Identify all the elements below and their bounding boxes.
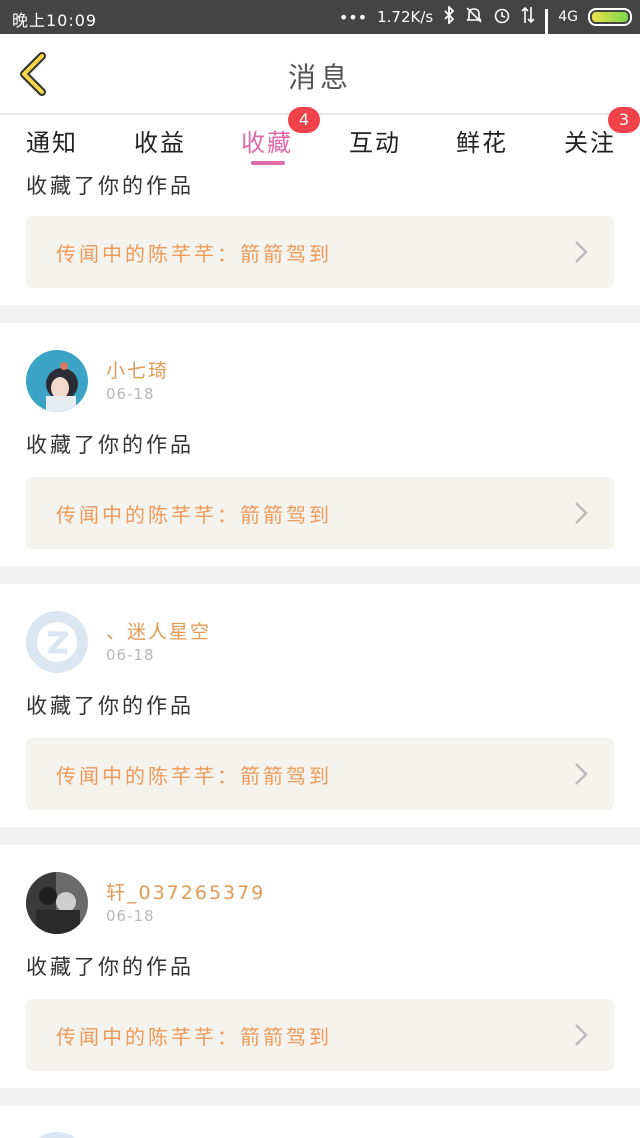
action-text: 收藏了你的作品 <box>26 694 194 718</box>
date: 06-18 <box>106 385 155 403</box>
action-text: 收藏了你的作品 <box>26 433 194 457</box>
follows-count-badge: 3 <box>608 107 640 133</box>
list-item <box>0 1106 640 1138</box>
list-item: 轩_037265379 06-18 收藏了你的作品 传闻中的陈芊芊：箭箭驾到 <box>0 845 640 1088</box>
work-link[interactable]: 传闻中的陈芊芊：箭箭驾到 <box>26 216 614 288</box>
work-link[interactable]: 传闻中的陈芊芊：箭箭驾到 <box>26 477 614 549</box>
avatar[interactable] <box>26 872 88 934</box>
tab-notifications[interactable]: 通知 <box>26 123 78 158</box>
work-title: 传闻中的陈芊芊：箭箭驾到 <box>56 764 332 788</box>
status-time: 晚上10:09 <box>12 11 98 30</box>
work-title: 传闻中的陈芊芊：箭箭驾到 <box>56 1025 332 1049</box>
bluetooth-icon <box>443 4 455 28</box>
status-icons: ••• 1.72K/s 4G <box>338 4 632 59</box>
signal-icon <box>545 9 549 59</box>
chevron-right-icon <box>575 241 588 263</box>
chevron-right-icon <box>575 763 588 785</box>
work-title: 传闻中的陈芊芊：箭箭驾到 <box>56 242 332 266</box>
work-link[interactable]: 传闻中的陈芊芊：箭箭驾到 <box>26 738 614 810</box>
chevron-right-icon <box>575 502 588 524</box>
battery-icon <box>588 8 632 26</box>
mute-bell-icon <box>465 6 483 28</box>
tab-follows[interactable]: 关注 <box>564 123 616 158</box>
tab-favorites[interactable]: 收藏 <box>241 123 293 158</box>
header-bar: 消息 <box>0 34 640 114</box>
username[interactable]: 小七琦 <box>106 356 169 383</box>
avatar[interactable] <box>26 350 88 412</box>
avatar[interactable] <box>26 1132 88 1138</box>
network-type: 4G <box>558 9 578 25</box>
list-item: 收藏了你的作品 传闻中的陈芊芊：箭箭驾到 <box>0 165 640 305</box>
avatar[interactable] <box>26 611 88 673</box>
list-item: 小七琦 06-18 收藏了你的作品 传闻中的陈芊芊：箭箭驾到 <box>0 323 640 566</box>
alarm-icon <box>493 6 511 28</box>
list-item: 、迷人星空 06-18 收藏了你的作品 传闻中的陈芊芊：箭箭驾到 <box>0 584 640 827</box>
network-speed: 1.72K/s <box>377 8 434 26</box>
data-transfer-icon <box>521 6 535 28</box>
date: 06-18 <box>106 907 155 925</box>
tab-interactions[interactable]: 互动 <box>349 123 401 158</box>
status-bar: 晚上10:09 ••• 1.72K/s 4G <box>0 0 640 59</box>
chevron-right-icon <box>575 1024 588 1046</box>
page-title: 消息 <box>287 61 352 94</box>
username[interactable]: 、迷人星空 <box>106 617 211 644</box>
username[interactable]: 轩_037265379 <box>106 878 265 905</box>
favorites-count-badge: 4 <box>288 107 320 133</box>
dots-icon: ••• <box>338 7 368 27</box>
work-title: 传闻中的陈芊芊：箭箭驾到 <box>56 503 332 527</box>
action-text: 收藏了你的作品 <box>26 174 194 198</box>
tab-flowers[interactable]: 鲜花 <box>456 123 508 158</box>
tab-bar: 通知 收益 收藏 4 互动 鲜花 关注 3 <box>0 107 640 165</box>
tab-earnings[interactable]: 收益 <box>134 123 186 158</box>
date: 06-18 <box>106 646 155 664</box>
work-link[interactable]: 传闻中的陈芊芊：箭箭驾到 <box>26 999 614 1071</box>
action-text: 收藏了你的作品 <box>26 955 194 979</box>
